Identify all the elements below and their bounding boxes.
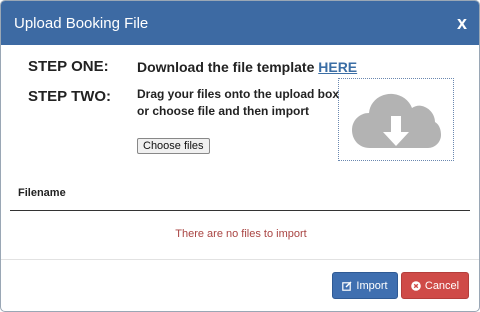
import-label: Import <box>356 279 388 292</box>
cloud-download-icon <box>352 93 441 148</box>
empty-files-message: There are no files to import <box>175 228 307 240</box>
footer-divider <box>1 259 479 260</box>
step-two-line-2: or choose file and then import <box>137 104 310 118</box>
choose-files-button[interactable]: Choose files <box>137 138 210 154</box>
times-circle-icon <box>411 280 421 291</box>
step-one-text: Download the file template HERE <box>137 59 357 75</box>
table-divider <box>10 210 470 211</box>
step-two-label: STEP TWO: <box>28 88 112 105</box>
step-one-description: Download the file template <box>137 59 319 75</box>
edit-icon <box>342 281 352 291</box>
upload-booking-modal: Upload Booking File x STEP ONE: Download… <box>0 0 480 312</box>
cancel-button[interactable]: Cancel <box>401 272 469 299</box>
download-template-link[interactable]: HERE <box>318 59 357 75</box>
cancel-label: Cancel <box>424 279 460 292</box>
import-button[interactable]: Import <box>332 272 398 299</box>
step-two-instructions: Drag your files onto the upload box or c… <box>137 86 339 120</box>
close-icon[interactable]: x <box>457 14 467 32</box>
modal-header: Upload Booking File x <box>1 1 479 45</box>
upload-dropzone[interactable] <box>338 78 454 161</box>
modal-title: Upload Booking File <box>14 14 149 32</box>
filename-column-header: Filename <box>18 187 66 199</box>
step-two-line-1: Drag your files onto the upload box <box>137 87 340 101</box>
step-one-label: STEP ONE: <box>28 58 109 75</box>
